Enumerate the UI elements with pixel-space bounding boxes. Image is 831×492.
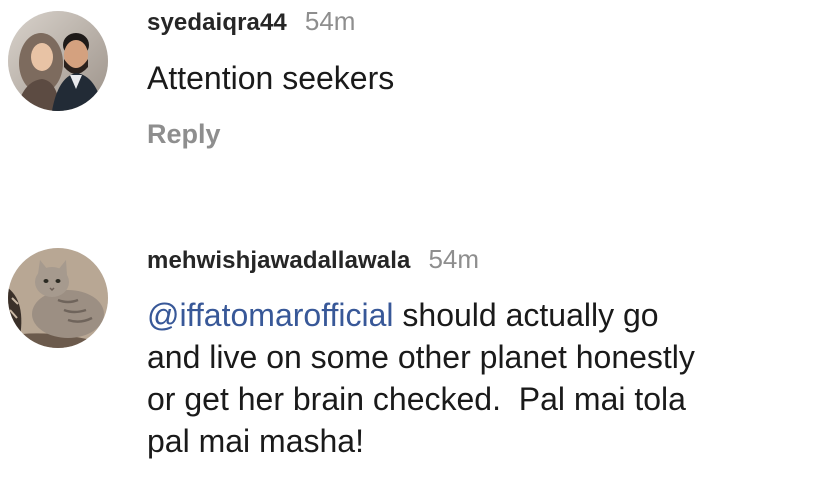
- reply-button[interactable]: Reply: [147, 119, 221, 150]
- comment-content: syedaiqra44 54m Attention seekers Reply: [147, 6, 823, 150]
- avatar[interactable]: [8, 11, 108, 111]
- avatar-couple-photo: [8, 11, 108, 111]
- comment: syedaiqra44 54m Attention seekers Reply: [0, 0, 831, 200]
- comment: mehwishjawadallawala 54m @iffatomaroffic…: [0, 240, 831, 492]
- comment-text-line: pal mai masha!: [147, 423, 364, 459]
- comment-text-segment: should actually go: [393, 297, 659, 333]
- comment-meta: mehwishjawadallawala 54m: [147, 244, 823, 275]
- avatar-cat-photo: [8, 248, 108, 348]
- username[interactable]: mehwishjawadallawala: [147, 247, 410, 275]
- username[interactable]: syedaiqra44: [147, 9, 287, 37]
- mention-link[interactable]: @iffatomarofficial: [147, 297, 394, 333]
- comment-meta: syedaiqra44 54m: [147, 6, 823, 37]
- timestamp: 54m: [428, 244, 480, 274]
- comment-content: mehwishjawadallawala 54m @iffatomaroffic…: [147, 244, 823, 462]
- comment-text-line: and live on some other planet honestly: [147, 339, 695, 375]
- comment-text: Attention seekers: [147, 60, 395, 96]
- comment-text: @iffatomarofficial should actually go an…: [147, 294, 823, 462]
- timestamp: 54m: [304, 6, 356, 36]
- comment-text-line: @iffatomarofficial should actually go: [147, 294, 823, 336]
- comment-text-line: or get her brain checked. Pal mai tola: [147, 381, 686, 417]
- avatar[interactable]: [8, 248, 108, 348]
